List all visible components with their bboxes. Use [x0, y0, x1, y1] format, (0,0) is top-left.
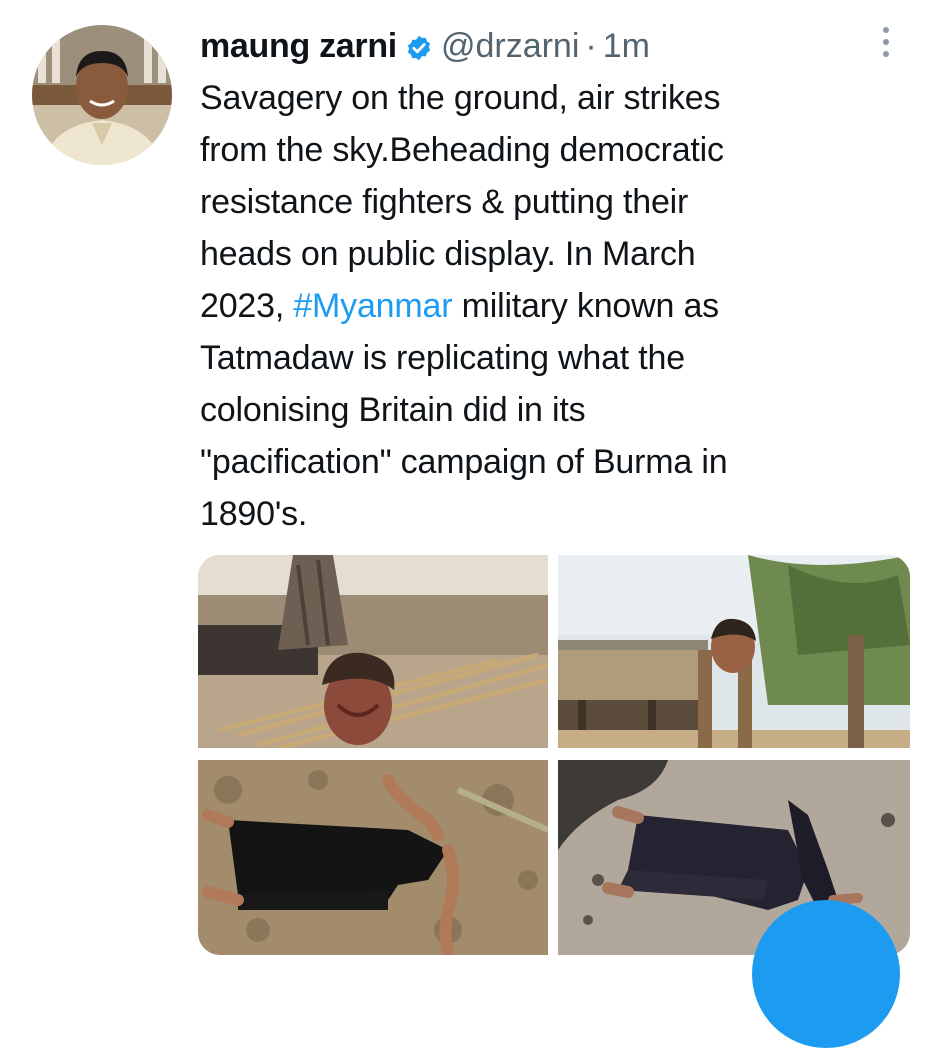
tweet-text-line: heads on public display. In March — [200, 235, 696, 273]
tweet-text-line: from the sky.Beheading democratic — [200, 131, 724, 169]
media-grid — [198, 555, 910, 955]
tweet-text-fragment: military known as — [461, 287, 720, 325]
author-avatar[interactable] — [32, 25, 172, 165]
more-options-icon[interactable] — [876, 22, 896, 62]
hashtag-link[interactable]: #Myanmar — [293, 287, 452, 325]
author-name[interactable]: maung zarni — [200, 27, 397, 66]
verified-badge-icon — [405, 32, 433, 61]
separator-dot: · — [585, 26, 597, 65]
media-photo-3[interactable] — [198, 760, 548, 955]
tweet-timestamp[interactable]: 1m — [603, 27, 650, 66]
tweet-text-line: Savagery on the ground, air strikes — [200, 79, 721, 117]
tweet-text-line: resistance fighters & putting their — [200, 183, 689, 221]
tweet-text-line: Tatmadaw is replicating what the — [200, 339, 685, 377]
tweet-text-line: "pacification" campaign of Burma in — [200, 443, 728, 481]
tweet-text-fragment: 2023, — [200, 287, 285, 325]
media-photo-1[interactable] — [198, 555, 548, 748]
author-handle[interactable]: @drzarni — [441, 27, 579, 66]
tweet-text-line: 2023, #Myanmar military known as — [200, 280, 860, 332]
media-photo-2[interactable] — [558, 555, 910, 748]
tweet-text: Savagery on the ground, air strikes from… — [200, 72, 860, 540]
tweet-text-line: colonising Britain did in its — [200, 391, 586, 429]
tweet-text-line: 1890's. — [200, 495, 308, 533]
compose-fab[interactable] — [752, 900, 900, 1048]
tweet-header: maung zarni @drzarni · 1m — [200, 22, 650, 70]
